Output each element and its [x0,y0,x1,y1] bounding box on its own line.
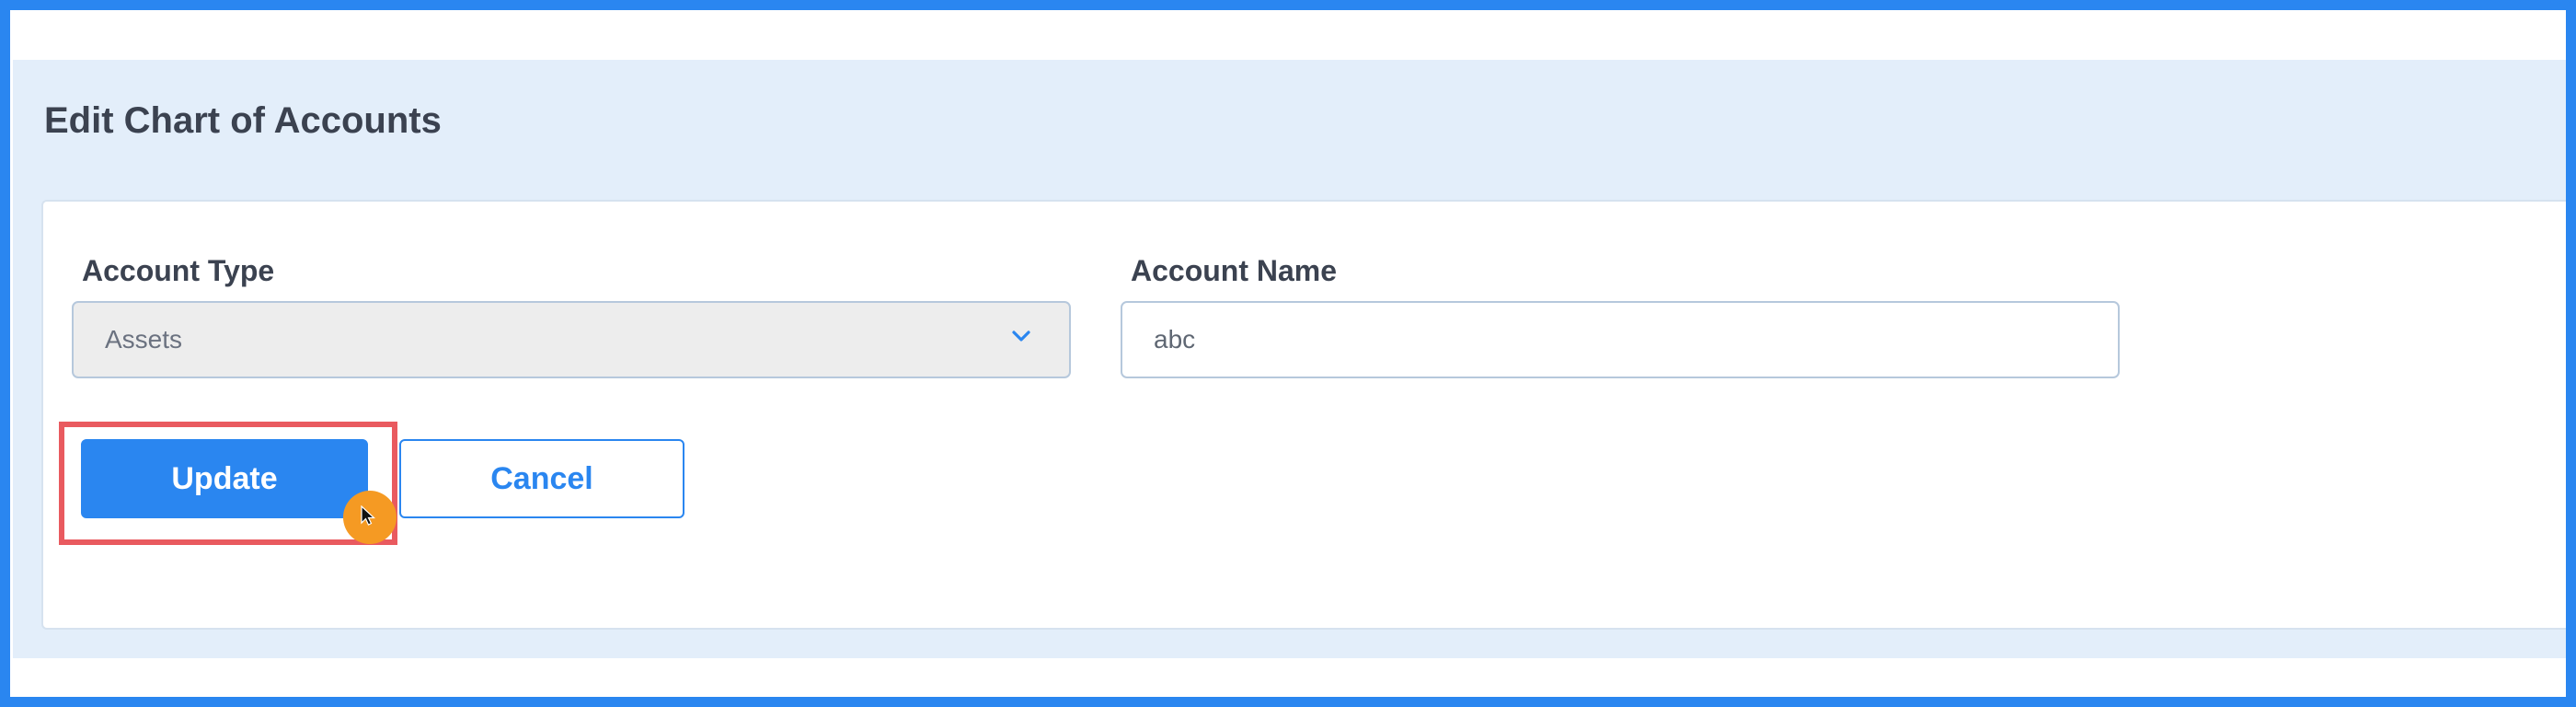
page-header: Edit Chart of Accounts [13,60,2566,210]
mouse-cursor-icon [361,505,376,526]
account-type-selected-value: Assets [105,325,183,354]
page-title: Edit Chart of Accounts [44,100,442,141]
account-name-input[interactable] [1121,301,2120,378]
account-type-select[interactable]: Assets [72,301,1071,378]
account-type-label: Account Type [82,254,275,287]
chevron-down-icon [1010,325,1032,347]
update-button[interactable]: Update [81,439,368,518]
cancel-button[interactable]: Cancel [399,439,684,518]
cursor-marker [343,491,397,544]
account-name-label: Account Name [1131,254,1338,287]
